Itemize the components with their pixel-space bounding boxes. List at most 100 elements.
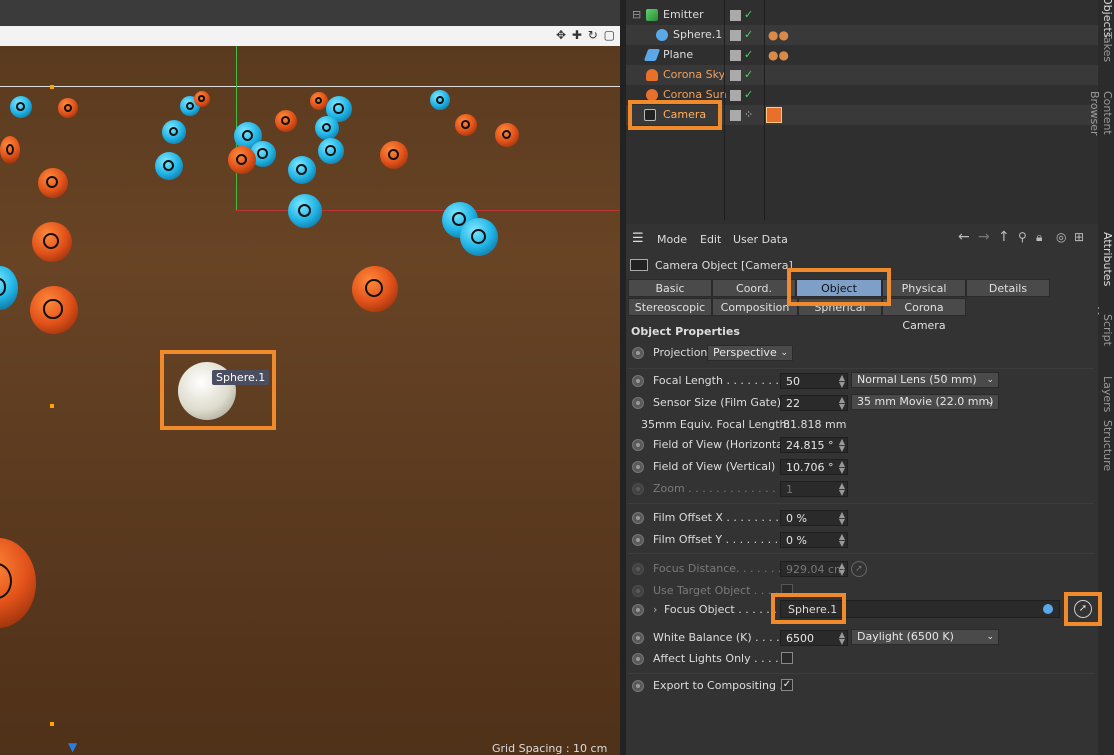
camera-tag-icon[interactable]: [766, 107, 782, 123]
tab-content-browser[interactable]: Content Browser: [1088, 70, 1114, 156]
tab-stereoscopic[interactable]: Stereoscopic: [628, 298, 712, 316]
camera-handle[interactable]: [50, 722, 54, 726]
focus-distance-value: 929.04 cm: [786, 563, 845, 576]
visibility-toggles[interactable]: ⁘: [730, 108, 753, 121]
hamburger-icon[interactable]: ☰: [632, 231, 644, 246]
anim-radio[interactable]: [632, 604, 644, 616]
stepper-icon[interactable]: ▲ ▼: [839, 511, 845, 526]
particle-sphere: [288, 156, 316, 184]
particle-sphere: [460, 218, 498, 256]
highlight-focus-object: [771, 593, 846, 624]
camera-handle[interactable]: [50, 85, 54, 89]
horizon-line: [0, 86, 620, 87]
film-offset-y-label: Film Offset Y . . . . . . . .: [653, 533, 779, 546]
particle-sphere: [430, 90, 450, 110]
sensor-preset-dropdown[interactable]: 35 mm Movie (22.0 mm) ⌄: [851, 394, 999, 410]
tab-layers[interactable]: Layers: [1098, 376, 1114, 412]
anim-radio[interactable]: [632, 439, 644, 451]
expand-chevron-icon[interactable]: ›: [653, 603, 657, 616]
up-arrow-icon[interactable]: ↑: [998, 229, 1010, 245]
material-tag-icon[interactable]: ●●: [768, 48, 789, 62]
fov-vertical-input[interactable]: 10.706 ° ▲ ▼: [780, 459, 848, 475]
projection-dropdown[interactable]: Perspective ⌄: [707, 345, 793, 361]
tab-composition[interactable]: Composition: [712, 298, 798, 316]
particle-sphere: [275, 110, 297, 132]
new-panel-icon[interactable]: ⊞: [1074, 230, 1084, 244]
viewport-nav-icons[interactable]: ✥ ✚ ↻ ▢: [556, 28, 616, 42]
tab-attributes[interactable]: Attributes: [1098, 232, 1114, 286]
film-offset-y-input[interactable]: 0 % ▲ ▼: [780, 532, 848, 548]
stepper-icon[interactable]: ▲ ▼: [839, 374, 845, 389]
divider: [628, 673, 1094, 674]
tab-structure[interactable]: Structure: [1098, 420, 1114, 471]
object-row-emitter[interactable]: ⊟ Emitter ✓: [626, 5, 1098, 25]
object-row-sphere[interactable]: Sphere.1 ✓ ●●: [626, 25, 1098, 45]
tab-takes[interactable]: Takes: [1098, 30, 1114, 64]
focal-preset-dropdown[interactable]: Normal Lens (50 mm) ⌄: [851, 372, 999, 388]
camera-handle[interactable]: [50, 404, 54, 408]
white-balance-input[interactable]: 6500 ▲ ▼: [780, 630, 848, 646]
anim-radio: [632, 585, 644, 597]
stepper-icon[interactable]: ▲ ▼: [839, 438, 845, 453]
visibility-toggles[interactable]: ✓: [730, 28, 753, 41]
menu-mode[interactable]: Mode: [657, 233, 687, 246]
anim-radio[interactable]: [632, 512, 644, 524]
menu-edit[interactable]: Edit: [700, 233, 721, 246]
tab-script-manager[interactable]: Script Manager: [1088, 290, 1114, 370]
anim-radio[interactable]: [632, 632, 644, 644]
anim-radio[interactable]: [632, 461, 644, 473]
tab-corona-camera[interactable]: Corona Camera: [882, 298, 966, 332]
search-icon[interactable]: ⚲: [1018, 230, 1027, 244]
object-tooltip: Sphere.1: [212, 370, 270, 385]
lock-icon[interactable]: 🔒︎: [1036, 230, 1042, 245]
tab-basic[interactable]: Basic: [628, 279, 712, 297]
anim-radio[interactable]: [632, 347, 644, 359]
visibility-toggles[interactable]: ✓: [730, 68, 753, 81]
sphere-icon: [1043, 604, 1053, 614]
visibility-toggles[interactable]: ✓: [730, 48, 753, 61]
viewport-header: ✥ ✚ ↻ ▢: [0, 26, 620, 46]
target-icon[interactable]: ◎: [1056, 230, 1066, 244]
fov-horizontal-label: Field of View (Horizontal): [653, 438, 791, 451]
white-balance-dropdown[interactable]: Daylight (6500 K) ⌄: [851, 629, 999, 645]
visibility-toggles[interactable]: ✓: [730, 88, 753, 101]
stepper-icon[interactable]: ▲ ▼: [839, 631, 845, 646]
stepper-icon[interactable]: ▲ ▼: [839, 533, 845, 548]
film-offset-x-input[interactable]: 0 % ▲ ▼: [780, 510, 848, 526]
particle-sphere: [38, 168, 68, 198]
anim-radio[interactable]: [632, 680, 644, 692]
tab-coord[interactable]: Coord.: [712, 279, 796, 297]
sensor-size-input[interactable]: 22 ▲ ▼: [780, 395, 848, 411]
object-row-corona-sky[interactable]: Corona Sky ✓: [626, 65, 1098, 85]
3d-viewport[interactable]: ✥ ✚ ↻ ▢ Sphere.1 Grid Spacing: 10 cm ▼: [0, 0, 620, 755]
section-title: Object Properties: [631, 325, 740, 338]
particle-sphere: [58, 98, 78, 118]
tab-physical[interactable]: Physical: [882, 279, 966, 297]
object-name: Corona Sky: [663, 68, 726, 81]
menu-user-data[interactable]: User Data: [733, 233, 788, 246]
anim-radio[interactable]: [632, 653, 644, 665]
export-compositing-checkbox[interactable]: ✓: [781, 679, 793, 691]
scene-render[interactable]: [0, 46, 620, 755]
material-tag-icon[interactable]: ●●: [768, 28, 789, 42]
forward-arrow-icon[interactable]: →: [978, 229, 990, 245]
stepper-icon[interactable]: ▲ ▼: [839, 396, 845, 411]
object-row-plane[interactable]: Plane ✓ ●●: [626, 45, 1098, 65]
anim-radio[interactable]: [632, 375, 644, 387]
tab-details[interactable]: Details: [966, 279, 1050, 297]
zoom-input: 1 ▲ ▼: [780, 481, 848, 497]
stepper-icon[interactable]: ▲ ▼: [839, 460, 845, 475]
focal-length-input[interactable]: 50 ▲ ▼: [780, 373, 848, 389]
projection-label: Projection: [653, 346, 708, 359]
affect-lights-checkbox[interactable]: [781, 652, 793, 664]
focus-distance-label: Focus Distance. . . . . . . .: [653, 562, 789, 575]
anim-radio[interactable]: [632, 397, 644, 409]
expand-icon[interactable]: ⊟: [632, 8, 641, 21]
back-arrow-icon[interactable]: ←: [958, 229, 970, 245]
particle-sphere: [455, 114, 477, 136]
fov-horizontal-input[interactable]: 24.815 ° ▲ ▼: [780, 437, 848, 453]
visibility-toggles[interactable]: ✓: [730, 8, 753, 21]
affect-lights-label: Affect Lights Only . . . . .: [653, 652, 786, 665]
anim-radio[interactable]: [632, 534, 644, 546]
pick-distance-icon: ➚: [851, 561, 867, 577]
